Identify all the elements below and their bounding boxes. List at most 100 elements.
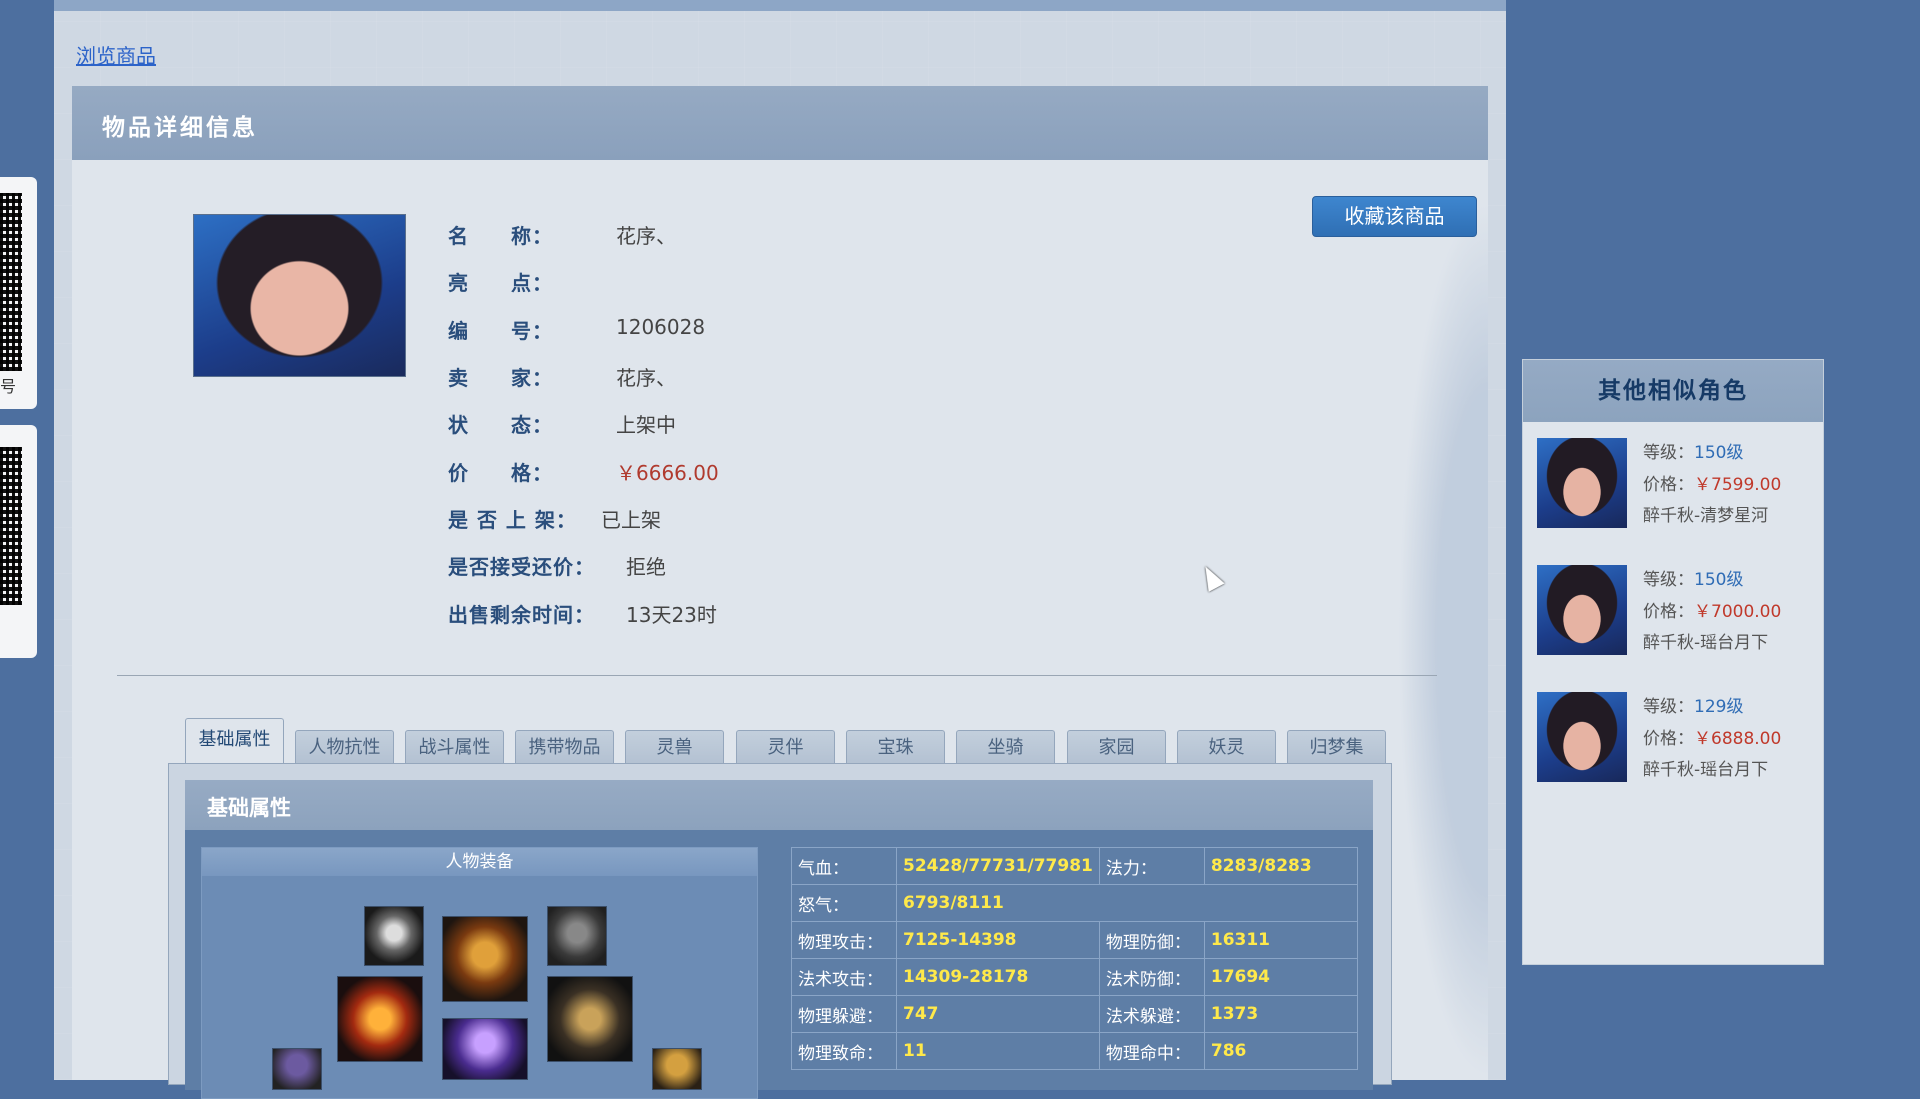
favorite-button[interactable]: 收藏该商品 (1312, 196, 1477, 237)
stats-row: 物理致命： 11 物理命中： 786 (791, 1032, 1358, 1070)
attributes-area: 人物装备 气血： 52428/77731/77981 法力： 8283/8283… (185, 830, 1373, 1099)
field-value: 拒绝 (626, 555, 666, 579)
similar-role-price: 价格：￥6888.00 (1643, 724, 1781, 749)
tab-orb[interactable]: 宝珠 (846, 730, 945, 764)
similar-role-item[interactable]: 等级：129级 价格：￥6888.00 醉千秋-瑶台月下 (1537, 692, 1817, 788)
stat-label: 气血： (791, 847, 897, 885)
similar-role-avatar (1537, 692, 1627, 782)
attributes-title: 基础属性 (207, 796, 291, 820)
detail-header: 物品详细信息 (72, 86, 1488, 162)
price-label: 价格： (1643, 602, 1694, 622)
qr-code-tab-2[interactable] (0, 425, 37, 658)
field-value: 已上架 (601, 508, 661, 532)
similar-roles-panel: 其他相似角色 等级：150级 价格：￥7599.00 醉千秋-清梦星河 等级：1… (1522, 359, 1824, 965)
stat-value: 786 (1203, 1032, 1358, 1070)
tab-resistance[interactable]: 人物抗性 (295, 730, 394, 764)
field-label: 价 格： (448, 461, 553, 485)
tab-spirit-beast[interactable]: 灵兽 (625, 730, 724, 764)
field-value: 13天23时 (626, 603, 717, 627)
price-value: ￥6888.00 (1694, 729, 1782, 749)
stat-value: 52428/77731/77981 (896, 847, 1100, 885)
equipment-slot-ring-icon[interactable] (547, 976, 633, 1062)
equipment-box: 人物装备 (201, 847, 758, 1099)
price-label: 价格： (1643, 475, 1694, 495)
qr-code-image (0, 193, 22, 371)
similar-role-price: 价格：￥7599.00 (1643, 470, 1781, 495)
level-label: 等级： (1643, 697, 1694, 717)
equipment-slot-belt-icon[interactable] (547, 906, 607, 966)
similar-roles-title: 其他相似角色 (1523, 360, 1823, 422)
similar-role-level: 等级：129级 (1643, 692, 1743, 717)
price-value: ￥7000.00 (1694, 602, 1782, 622)
field-label: 状 态： (448, 413, 553, 437)
similar-role-avatar (1537, 438, 1627, 528)
price-label: 价格： (1643, 729, 1694, 749)
stat-value: 11 (896, 1032, 1100, 1070)
stats-row: 法术攻击： 14309-28178 法术防御： 17694 (791, 958, 1358, 996)
similar-role-price: 价格：￥7000.00 (1643, 597, 1781, 622)
level-label: 等级： (1643, 443, 1694, 463)
field-label: 编 号： (448, 319, 553, 343)
similar-role-level: 等级：150级 (1643, 438, 1743, 463)
stat-label: 物理致命： (791, 1032, 897, 1070)
field-label: 卖 家： (448, 366, 553, 390)
level-value: 150级 (1694, 443, 1744, 463)
price-value: ￥7599.00 (1694, 475, 1782, 495)
price-value: ￥6666.00 (616, 461, 719, 485)
similar-role-server: 醉千秋-瑶台月下 (1643, 633, 1769, 653)
tab-combat[interactable]: 战斗属性 (405, 730, 504, 764)
stat-label: 法术躲避： (1098, 995, 1205, 1033)
decorative-swirl (1398, 200, 1488, 1080)
stat-value: 6793/8111 (896, 884, 1358, 922)
equipment-slot-accessory-icon[interactable] (652, 1048, 702, 1090)
detail-body: 名 称： 花序、 亮 点： 编 号： 1206028 卖 家： 花序、 状 态：… (72, 160, 1488, 1099)
similar-role-avatar (1537, 565, 1627, 655)
field-value: 花序、 (616, 366, 676, 390)
equipment-slot-weapon-icon[interactable] (337, 976, 423, 1062)
stats-row: 怒气： 6793/8111 (791, 884, 1358, 922)
qr-code-label: 号 (0, 377, 17, 396)
level-label: 等级： (1643, 570, 1694, 590)
stats-row: 物理攻击： 7125-14398 物理防御： 16311 (791, 921, 1358, 959)
tab-basic-attributes[interactable]: 基础属性 (185, 718, 284, 765)
stat-label: 怒气： (791, 884, 897, 922)
equipment-slot-accessory-icon[interactable] (272, 1048, 322, 1090)
tab-guimengji[interactable]: 归梦集 (1287, 730, 1386, 764)
equipment-slot-armor-icon[interactable] (442, 916, 528, 1002)
top-bar (54, 0, 1506, 11)
field-value: 1206028 (616, 315, 706, 339)
attributes-header: 基础属性 (185, 780, 1373, 830)
tab-carried-items[interactable]: 携带物品 (515, 730, 614, 764)
detail-title: 物品详细信息 (102, 114, 258, 141)
stat-label: 法术防御： (1098, 958, 1205, 996)
breadcrumb-browse-link[interactable]: 浏览商品 (76, 40, 156, 69)
field-label: 名 称： (448, 224, 553, 248)
equipment-slot-boots-icon[interactable] (442, 1018, 528, 1080)
stat-label: 法力： (1098, 847, 1205, 885)
tab-panel: 基础属性 人物装备 气血： 52428/77731/77981 法力： 8283… (168, 763, 1392, 1099)
tab-mount[interactable]: 坐骑 (956, 730, 1055, 764)
tab-yaoling[interactable]: 妖灵 (1177, 730, 1276, 764)
stat-value: 17694 (1203, 958, 1358, 996)
similar-role-item[interactable]: 等级：150级 价格：￥7000.00 醉千秋-瑶台月下 (1537, 565, 1817, 661)
stats-row: 物理躲避： 747 法术躲避： 1373 (791, 995, 1358, 1033)
stat-value: 14309-28178 (896, 958, 1100, 996)
equipment-slot-necklace-icon[interactable] (364, 906, 424, 966)
equipment-title: 人物装备 (202, 848, 757, 876)
tab-companion[interactable]: 灵伴 (736, 730, 835, 764)
stat-label: 法术攻击： (791, 958, 897, 996)
stat-value: 16311 (1203, 921, 1358, 959)
similar-role-server: 醉千秋-瑶台月下 (1643, 760, 1769, 780)
qr-code-tab-1[interactable]: 号 (0, 177, 37, 409)
stats-table: 气血： 52428/77731/77981 法力： 8283/8283 怒气： … (791, 847, 1358, 1070)
similar-role-item[interactable]: 等级：150级 价格：￥7599.00 醉千秋-清梦星河 (1537, 438, 1817, 534)
stats-row: 气血： 52428/77731/77981 法力： 8283/8283 (791, 847, 1358, 885)
field-label: 亮 点： (448, 271, 553, 295)
stat-label: 物理命中： (1098, 1032, 1205, 1070)
stat-label: 物理防御： (1098, 921, 1205, 959)
tab-home[interactable]: 家园 (1067, 730, 1166, 764)
similar-role-server: 醉千秋-清梦星河 (1643, 506, 1769, 526)
stat-label: 物理攻击： (791, 921, 897, 959)
similar-role-level: 等级：150级 (1643, 565, 1743, 590)
level-value: 150级 (1694, 570, 1744, 590)
